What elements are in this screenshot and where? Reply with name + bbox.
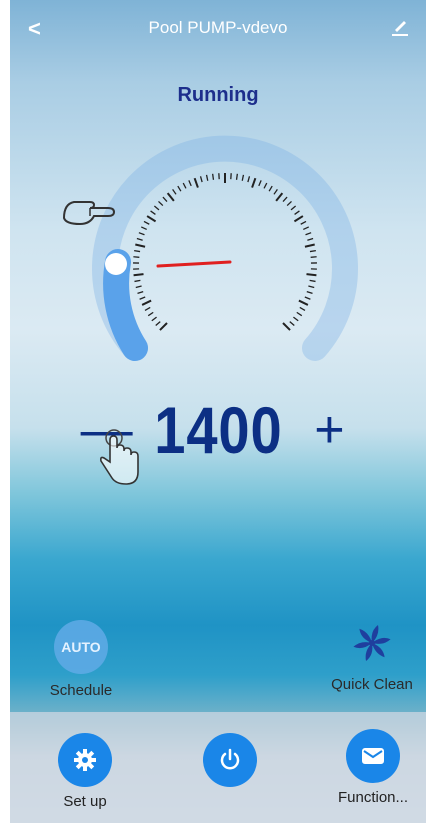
quick-clean-label: Quick Clean — [331, 676, 413, 693]
gauge-tick — [193, 177, 199, 188]
gauge-tick — [294, 210, 300, 215]
gauge-tick — [299, 306, 306, 311]
gauge-tick — [293, 215, 304, 223]
gauge-tick — [159, 322, 168, 331]
function-label: Function... — [337, 789, 409, 806]
gauge-tick — [140, 226, 147, 231]
gauge-tick — [150, 210, 156, 215]
gauge-tick — [155, 321, 161, 327]
gauge-tick — [134, 279, 141, 283]
gauge-tick — [182, 182, 187, 189]
gauge-tick — [251, 177, 257, 188]
function-button[interactable]: Function... — [328, 729, 418, 806]
gauge-tick — [212, 173, 215, 180]
gauge-tick — [307, 237, 314, 241]
gauge-tick — [306, 290, 313, 295]
gauge-tick — [136, 237, 143, 241]
gauge-tick — [304, 243, 315, 248]
speed-gauge[interactable] — [80, 120, 370, 380]
gauge-tick — [151, 316, 157, 322]
fan-icon — [353, 625, 391, 661]
gauge-tick — [282, 322, 291, 331]
setup-button[interactable]: Set up — [45, 733, 125, 810]
gauge-tick — [141, 299, 152, 306]
gauge-tick — [153, 205, 160, 211]
screen: < Pool PUMP-vdevo Running — 1400 + AUTO … — [10, 0, 426, 823]
gauge-tick — [143, 220, 150, 225]
gauge-tick — [263, 182, 268, 189]
gauge-tick — [309, 279, 316, 283]
gauge-tick — [177, 185, 182, 192]
gauge-tick — [144, 306, 151, 311]
gauge-tick — [298, 299, 309, 306]
gauge-tick — [273, 189, 278, 195]
gauge-tick — [304, 296, 311, 300]
status-label: Running — [177, 84, 259, 106]
mail-icon — [346, 729, 400, 783]
gauge-tick — [199, 176, 203, 183]
gauge-ticks — [133, 173, 317, 331]
gauge-tick — [139, 296, 146, 300]
pointer-hand-icon — [62, 201, 116, 226]
gauge-tick — [138, 232, 145, 236]
increase-button[interactable]: + — [299, 404, 359, 456]
gauge-tick — [133, 273, 144, 277]
gauge-tick — [147, 311, 154, 317]
quick-clean-button[interactable]: Quick Clean — [322, 622, 422, 693]
gauge-tick — [296, 311, 303, 317]
setup-label: Set up — [63, 793, 107, 810]
gauge-tick — [310, 256, 317, 258]
gauge-tick — [282, 196, 288, 202]
gauge-tick — [135, 243, 146, 248]
schedule-label: Schedule — [49, 682, 113, 699]
gauge-tick — [241, 174, 245, 181]
gauge-tick — [293, 316, 299, 322]
gauge-tick — [303, 226, 310, 231]
device-title: Pool PUMP-vdevo — [148, 18, 288, 37]
gauge-tick — [275, 192, 284, 202]
tap-hand-icon — [100, 429, 139, 485]
gauge-tick — [300, 220, 307, 225]
gauge-tick — [133, 256, 140, 258]
speed-value: 1400 — [153, 393, 283, 467]
gear-icon — [58, 733, 112, 787]
gauge-tick — [290, 205, 297, 211]
gauge-tick — [162, 196, 168, 202]
gauge-tick — [137, 290, 144, 295]
power-button[interactable] — [190, 733, 270, 793]
gauge-tick — [158, 200, 164, 207]
speed-control: — 1400 + — [10, 392, 426, 468]
gauge-tick — [172, 189, 177, 195]
power-icon — [203, 733, 257, 787]
gauge-tick — [235, 173, 238, 180]
gauge-tick — [286, 200, 292, 207]
edit-icon[interactable] — [390, 16, 410, 41]
gauge-tick — [289, 321, 295, 327]
gauge-tick — [188, 180, 192, 187]
gauge-needle — [156, 260, 232, 268]
auto-badge: AUTO — [54, 620, 108, 674]
schedule-button[interactable]: AUTO Schedule — [36, 620, 126, 699]
gauge-tick — [247, 176, 251, 183]
gauge-tick — [309, 249, 316, 253]
gauge-tick — [134, 249, 141, 253]
gauge-tick — [306, 273, 317, 277]
gauge-tick — [305, 232, 312, 236]
gauge-tick — [205, 174, 209, 181]
gauge-tick — [258, 180, 262, 187]
gauge-knob[interactable] — [105, 253, 127, 275]
gauge-tick — [135, 285, 142, 289]
gauge-tick — [308, 285, 315, 289]
gauge-tick — [146, 215, 157, 223]
gauge-tick — [268, 185, 273, 192]
gauge-tick — [166, 192, 175, 202]
